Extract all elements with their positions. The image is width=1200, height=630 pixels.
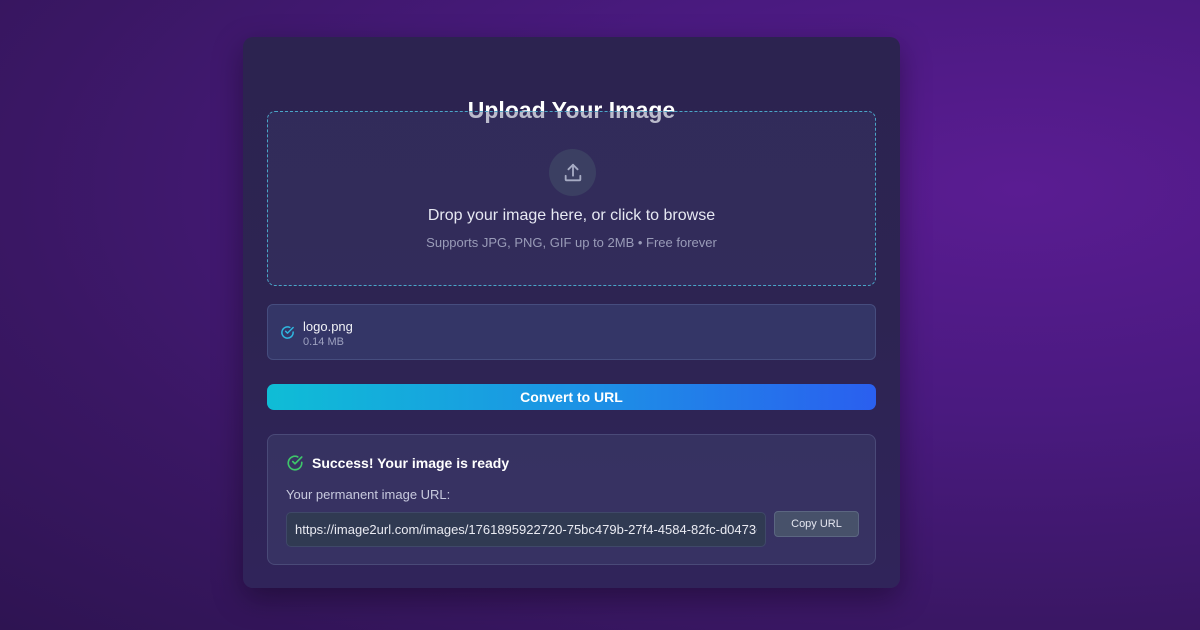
file-size: 0.14 MB <box>303 336 344 348</box>
file-name: logo.png <box>303 319 353 334</box>
dropzone-instructions: Drop your image here, or click to browse <box>427 207 716 224</box>
copy-url-button[interactable]: Copy URL <box>774 511 859 537</box>
image-dropzone[interactable]: Drop your image here, or click to browse… <box>267 111 876 286</box>
success-message: Success! Your image is ready <box>312 455 510 471</box>
check-circle-icon <box>280 325 295 345</box>
check-circle-icon <box>286 454 304 477</box>
success-panel: Success! Your image is ready Your perman… <box>267 434 876 565</box>
url-label: Your permanent image URL: <box>286 487 451 502</box>
selected-file: logo.png 0.14 MB <box>267 304 876 360</box>
dropzone-supported-formats: Supports JPG, PNG, GIF up to 2MB • Free … <box>426 235 717 250</box>
convert-to-url-button[interactable]: Convert to URL <box>267 384 876 410</box>
image-url-field[interactable] <box>286 512 766 547</box>
upload-icon <box>549 149 596 196</box>
